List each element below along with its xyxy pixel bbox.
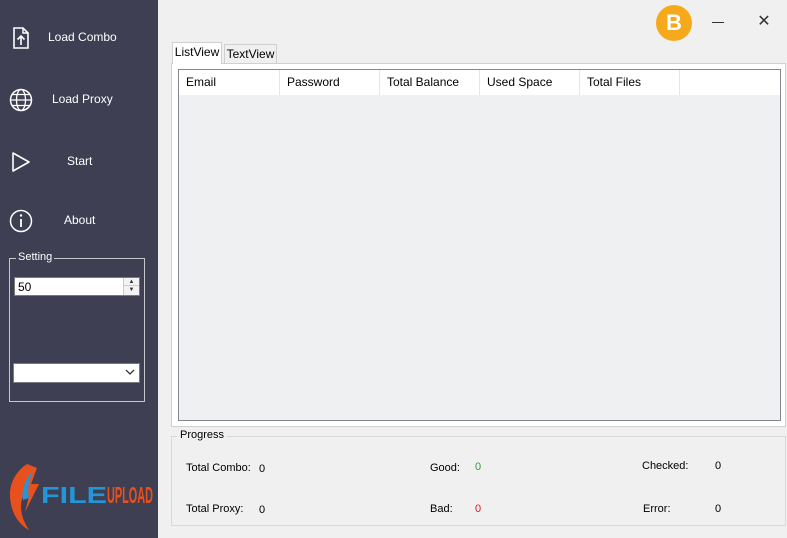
column-password[interactable]: Password — [280, 70, 380, 95]
column-total-balance[interactable]: Total Balance — [380, 70, 480, 95]
sidebar: Load Combo Load Proxy Start About Settin… — [0, 0, 158, 538]
total-proxy-label: Total Proxy: — [186, 503, 244, 515]
about-label: About — [64, 213, 96, 227]
load-combo-label: Load Combo — [48, 30, 117, 44]
checked-label: Checked: — [642, 460, 689, 472]
spinner: ▲ ▼ — [123, 278, 139, 295]
setting-group: Setting 50 ▲ ▼ — [9, 251, 145, 402]
checked-value: 0 — [715, 460, 722, 472]
setting-legend: Setting — [16, 251, 55, 263]
error-value: 0 — [715, 503, 722, 515]
total-combo-label: Total Combo: — [186, 462, 251, 474]
total-proxy-value: 0 — [259, 504, 266, 516]
start-label: Start — [67, 154, 93, 168]
start-button[interactable]: Start — [0, 139, 158, 183]
bad-label: Bad: — [430, 503, 453, 515]
bitcoin-button[interactable]: B — [656, 5, 692, 41]
column-used-space[interactable]: Used Space — [480, 70, 580, 95]
load-proxy-button[interactable]: Load Proxy — [0, 77, 158, 121]
good-label: Good: — [430, 462, 460, 474]
fileupload-logo: FILE UPLOAD — [9, 464, 153, 530]
threads-stepper[interactable]: 50 ▲ ▼ — [14, 277, 140, 296]
load-proxy-label: Load Proxy — [52, 92, 113, 106]
tab-textview[interactable]: TextView — [224, 44, 277, 64]
spin-up-icon[interactable]: ▲ — [124, 278, 139, 286]
chevron-down-icon — [125, 369, 135, 375]
info-icon — [9, 209, 33, 233]
column-total-files[interactable]: Total Files — [580, 70, 680, 95]
minimize-button[interactable] — [704, 10, 732, 34]
progress-group: Progress Total Combo: 0 Total Proxy: 0 G… — [171, 429, 786, 526]
error-label: Error: — [643, 503, 671, 515]
close-button[interactable]: ✕ — [750, 10, 778, 34]
progress-legend: Progress — [177, 429, 228, 441]
play-icon — [12, 152, 30, 172]
svg-text:FILE: FILE — [41, 482, 107, 508]
tab-listview[interactable]: ListView — [172, 42, 222, 64]
file-upload-icon — [13, 27, 29, 49]
listview-panel: Email Password Total Balance Used Space … — [171, 63, 786, 427]
total-combo-value: 0 — [259, 463, 266, 475]
bitcoin-icon: B — [666, 10, 682, 35]
about-button[interactable]: About — [0, 198, 158, 242]
spin-down-icon[interactable]: ▼ — [124, 286, 139, 294]
load-combo-button[interactable]: Load Combo — [0, 15, 158, 59]
svg-text:UPLOAD: UPLOAD — [107, 482, 153, 508]
globe-icon — [9, 88, 33, 112]
good-value: 0 — [475, 461, 482, 473]
bad-value: 0 — [475, 503, 482, 515]
list-header: Email Password Total Balance Used Space … — [179, 70, 780, 95]
setting-dropdown[interactable] — [13, 363, 140, 383]
column-email[interactable]: Email — [179, 70, 280, 95]
results-list[interactable]: Email Password Total Balance Used Space … — [178, 69, 781, 421]
threads-value: 50 — [18, 280, 32, 294]
